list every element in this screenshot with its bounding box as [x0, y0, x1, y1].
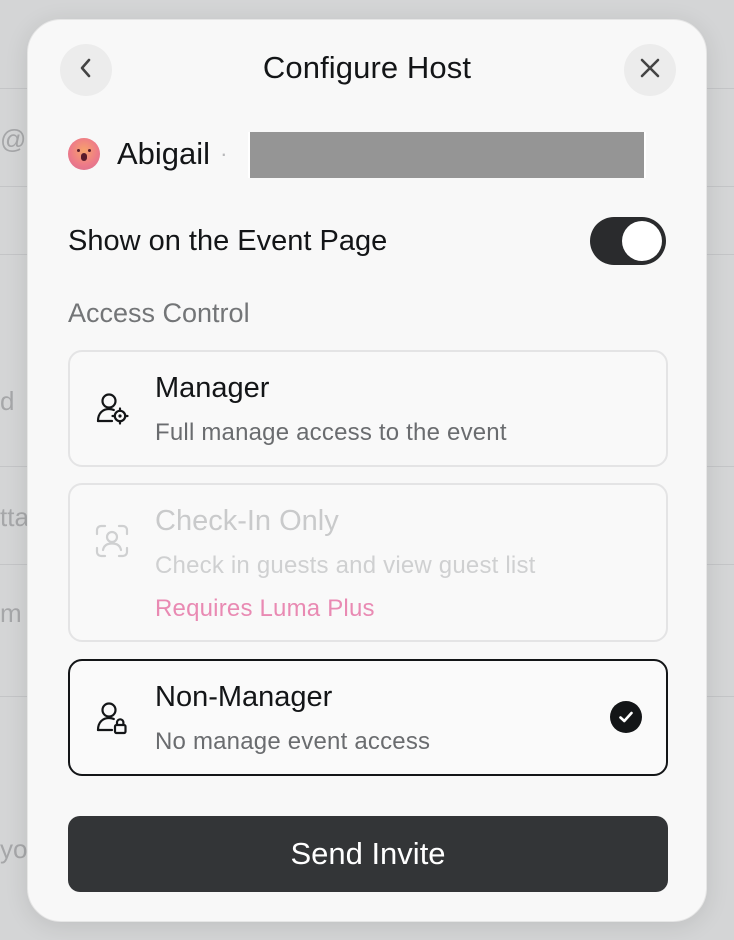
user-scan-icon: [94, 523, 130, 559]
show-on-event-page-row: Show on the Event Page: [68, 216, 666, 266]
option-description: Full manage access to the event: [155, 419, 507, 446]
close-button[interactable]: [624, 44, 676, 96]
show-on-event-page-toggle[interactable]: [590, 217, 666, 265]
show-on-event-page-label: Show on the Event Page: [68, 224, 388, 257]
host-separator: ·: [220, 141, 228, 166]
option-title: Check-In Only: [155, 505, 339, 537]
configure-host-modal: Configure Host Abigail · Show on the Eve…: [27, 19, 707, 922]
access-option-non-manager[interactable]: Non-Manager No manage event access: [68, 659, 668, 776]
close-icon: [639, 57, 661, 84]
background-text-fragment: tta: [0, 502, 29, 532]
selected-check-icon: [610, 701, 642, 733]
option-title: Manager: [155, 372, 270, 404]
background-text-fragment: d: [0, 386, 15, 416]
option-description: Check in guests and view guest list: [155, 552, 536, 579]
option-title: Non-Manager: [155, 681, 333, 713]
user-gear-icon: [94, 390, 130, 426]
host-name: Abigail: [117, 136, 211, 171]
redacted-email: [248, 132, 646, 178]
host-info: Abigail ·: [68, 132, 227, 176]
access-option-check-in-only: Check-In Only Check in guests and view g…: [68, 483, 668, 642]
user-lock-icon: [94, 699, 130, 735]
modal-title: Configure Host: [262, 50, 472, 85]
avatar: [68, 138, 100, 170]
option-description: No manage event access: [155, 728, 431, 755]
toggle-knob: [622, 221, 662, 261]
send-invite-button[interactable]: Send Invite: [68, 816, 668, 892]
access-option-manager[interactable]: Manager Full manage access to the event: [68, 350, 668, 467]
background-text-fragment: yo: [0, 834, 28, 864]
background-text-fragment: m: [0, 598, 22, 628]
requires-plan-note[interactable]: Requires Luma Plus: [155, 595, 375, 623]
access-control-label: Access Control: [68, 298, 250, 328]
